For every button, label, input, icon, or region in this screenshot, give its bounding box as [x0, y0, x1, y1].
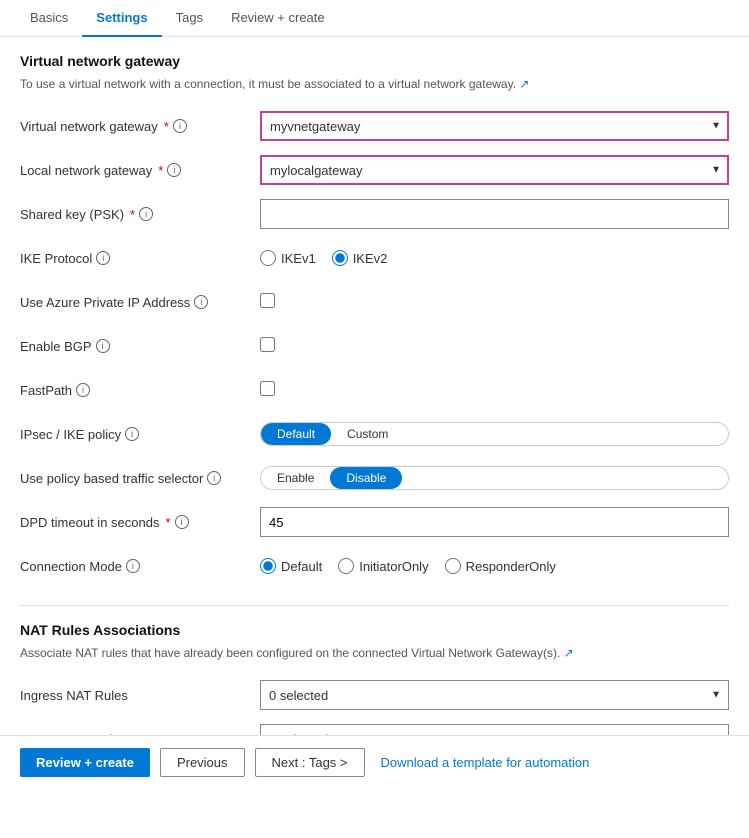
checkbox-fastpath[interactable]	[260, 381, 275, 396]
radio-ikev2[interactable]: IKEv2	[332, 250, 388, 266]
tab-tags[interactable]: Tags	[162, 0, 217, 37]
section-title-nat: NAT Rules Associations	[20, 622, 729, 638]
control-connection-mode: Default InitiatorOnly ResponderOnly	[260, 558, 729, 574]
row-ike-protocol: IKE Protocol i IKEv1 IKEv2	[20, 243, 729, 273]
section-description-nat: Associate NAT rules that have already be…	[20, 644, 729, 662]
section-description-vng: To use a virtual network with a connecti…	[20, 75, 729, 93]
radio-connection-default[interactable]: Default	[260, 558, 322, 574]
row-policy-traffic-selector: Use policy based traffic selector i Enab…	[20, 463, 729, 493]
control-use-azure-private-ip	[260, 293, 729, 311]
row-shared-key: Shared key (PSK) * i	[20, 199, 729, 229]
required-star: *	[164, 119, 169, 134]
radio-connection-initiatoronly[interactable]: InitiatorOnly	[338, 558, 428, 574]
toggle-btn-ipsec-default[interactable]: Default	[261, 423, 331, 445]
info-icon-dpd[interactable]: i	[175, 515, 189, 529]
label-shared-key: Shared key (PSK) * i	[20, 207, 260, 222]
radio-input-responderonly[interactable]	[445, 558, 461, 574]
label-ike-protocol: IKE Protocol i	[20, 251, 260, 266]
info-icon-connection-mode[interactable]: i	[126, 559, 140, 573]
info-icon-policy-traffic[interactable]: i	[207, 471, 221, 485]
checkbox-enable-bgp[interactable]	[260, 337, 275, 352]
radio-input-ikev2[interactable]	[332, 250, 348, 266]
tab-basics[interactable]: Basics	[16, 0, 82, 37]
control-virtual-network-gateway: myvnetgateway ▼	[260, 111, 729, 141]
info-icon-ike[interactable]: i	[96, 251, 110, 265]
info-icon-ipsec[interactable]: i	[125, 427, 139, 441]
checkbox-use-azure-private-ip[interactable]	[260, 293, 275, 308]
section-title-vng: Virtual network gateway	[20, 53, 729, 69]
control-enable-bgp	[260, 337, 729, 355]
control-ipsec-ike-policy: Default Custom	[260, 422, 729, 446]
row-local-network-gateway: Local network gateway * i mylocalgateway…	[20, 155, 729, 185]
previous-button[interactable]: Previous	[160, 748, 245, 777]
required-star-dpd: *	[165, 515, 170, 530]
toggle-btn-traffic-disable[interactable]: Disable	[330, 467, 402, 489]
control-fastpath	[260, 381, 729, 399]
control-ingress-nat-rules: 0 selected ▼	[260, 680, 729, 710]
label-ipsec-ike-policy: IPsec / IKE policy i	[20, 427, 260, 442]
required-star-psk: *	[130, 207, 135, 222]
vng-learn-more-link[interactable]: ↗	[519, 77, 529, 91]
radio-input-ikev1[interactable]	[260, 250, 276, 266]
radio-ikev1[interactable]: IKEv1	[260, 250, 316, 266]
divider	[20, 605, 729, 606]
row-ipsec-ike-policy: IPsec / IKE policy i Default Custom	[20, 419, 729, 449]
radio-input-initiatoronly[interactable]	[338, 558, 354, 574]
radio-input-connection-default[interactable]	[260, 558, 276, 574]
label-local-network-gateway: Local network gateway * i	[20, 163, 260, 178]
info-icon-vng[interactable]: i	[173, 119, 187, 133]
control-policy-traffic-selector: Enable Disable	[260, 466, 729, 490]
row-ingress-nat-rules: Ingress NAT Rules 0 selected ▼	[20, 680, 729, 710]
toggle-btn-ipsec-custom[interactable]: Custom	[331, 423, 404, 445]
select-local-network-gateway[interactable]: mylocalgateway	[260, 155, 729, 185]
info-icon-fastpath[interactable]: i	[76, 383, 90, 397]
control-shared-key	[260, 199, 729, 229]
control-dpd-timeout	[260, 507, 729, 537]
label-policy-traffic-selector: Use policy based traffic selector i	[20, 471, 260, 486]
tab-review-create[interactable]: Review + create	[217, 0, 339, 37]
nat-learn-more-link[interactable]: ↗	[564, 646, 574, 660]
row-fastpath: FastPath i	[20, 375, 729, 405]
control-local-network-gateway: mylocalgateway ▼	[260, 155, 729, 185]
nat-section: NAT Rules Associations Associate NAT rul…	[20, 605, 729, 754]
footer: Review + create Previous Next : Tags > D…	[0, 735, 749, 789]
tab-settings[interactable]: Settings	[82, 0, 161, 37]
row-use-azure-private-ip: Use Azure Private IP Address i	[20, 287, 729, 317]
required-star-lng: *	[158, 163, 163, 178]
label-use-azure-private-ip: Use Azure Private IP Address i	[20, 295, 260, 310]
label-connection-mode: Connection Mode i	[20, 559, 260, 574]
row-dpd-timeout: DPD timeout in seconds * i	[20, 507, 729, 537]
input-dpd-timeout[interactable]	[260, 507, 729, 537]
label-fastpath: FastPath i	[20, 383, 260, 398]
label-ingress-nat-rules: Ingress NAT Rules	[20, 688, 260, 703]
info-icon-lng[interactable]: i	[167, 163, 181, 177]
label-enable-bgp: Enable BGP i	[20, 339, 260, 354]
row-connection-mode: Connection Mode i Default InitiatorOnly …	[20, 551, 729, 581]
next-button[interactable]: Next : Tags >	[255, 748, 365, 777]
info-icon-private-ip[interactable]: i	[194, 295, 208, 309]
toggle-ipsec-ike-policy: Default Custom	[260, 422, 729, 446]
row-virtual-network-gateway: Virtual network gateway * i myvnetgatewa…	[20, 111, 729, 141]
toggle-policy-traffic-selector: Enable Disable	[260, 466, 729, 490]
select-ingress-nat-rules[interactable]: 0 selected	[260, 680, 729, 710]
row-enable-bgp: Enable BGP i	[20, 331, 729, 361]
review-create-button[interactable]: Review + create	[20, 748, 150, 777]
label-dpd-timeout: DPD timeout in seconds * i	[20, 515, 260, 530]
tab-bar: Basics Settings Tags Review + create	[0, 0, 749, 37]
select-virtual-network-gateway[interactable]: myvnetgateway	[260, 111, 729, 141]
toggle-btn-traffic-enable[interactable]: Enable	[261, 467, 330, 489]
download-template-link[interactable]: Download a template for automation	[381, 755, 590, 770]
info-icon-bgp[interactable]: i	[96, 339, 110, 353]
info-icon-psk[interactable]: i	[139, 207, 153, 221]
radio-connection-responderonly[interactable]: ResponderOnly	[445, 558, 556, 574]
control-ike-protocol: IKEv1 IKEv2	[260, 250, 729, 266]
input-shared-key[interactable]	[260, 199, 729, 229]
label-virtual-network-gateway: Virtual network gateway * i	[20, 119, 260, 134]
